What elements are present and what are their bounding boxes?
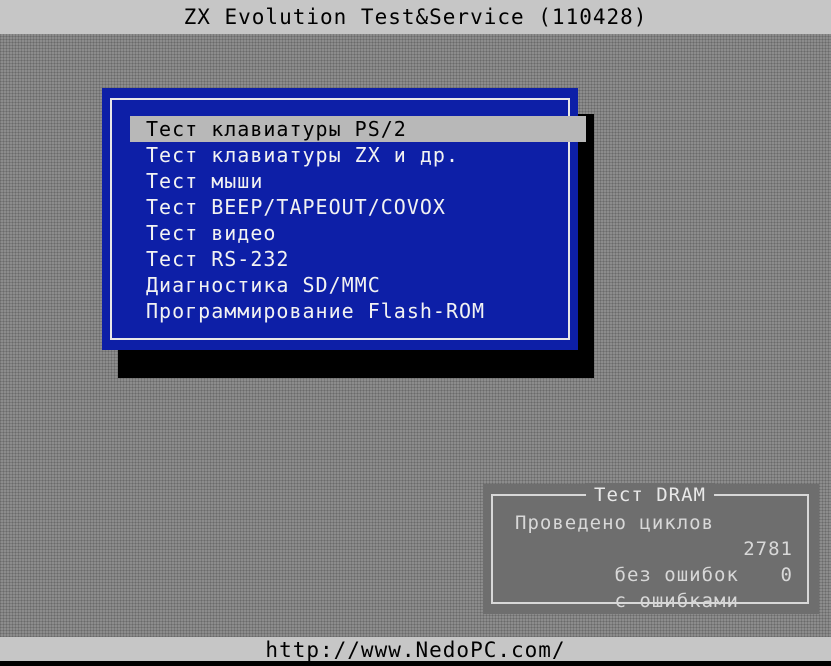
- dram-with-errors-value: 0: [780, 564, 793, 586]
- dram-cycles-label: Проведено циклов: [515, 512, 715, 534]
- menu-item-mouse-test[interactable]: Тест мыши: [130, 168, 586, 194]
- menu-list: Тест клавиатуры PS/2 Тест клавиатуры ZX …: [130, 116, 586, 324]
- dram-test-panel: Тест DRAM Проведено циклов без ошибок 27…: [483, 483, 819, 614]
- dram-with-errors-label: с ошибками: [614, 590, 739, 612]
- menu-frame: Тест клавиатуры PS/2 Тест клавиатуры ZX …: [110, 98, 586, 340]
- dram-test-frame: Тест DRAM Проведено циклов без ошибок 27…: [491, 483, 809, 612]
- footer-url[interactable]: http://www.NedoPC.com/: [265, 638, 565, 662]
- menu-item-rs232-test[interactable]: Тест RS-232: [130, 246, 586, 272]
- menu-item-flash-rom-programming[interactable]: Программирование Flash-ROM: [130, 298, 586, 324]
- title-bar: ZX Evolution Test&Service (110428): [0, 0, 831, 34]
- test-menu: Тест клавиатуры PS/2 Тест клавиатуры ZX …: [102, 88, 586, 350]
- menu-item-beep-tapeout-covox-test[interactable]: Тест BEEP/TAPEOUT/COVOX: [130, 194, 586, 220]
- screen: ZX Evolution Test&Service (110428) Тест …: [0, 0, 831, 662]
- menu-item-zx-keyboard-test[interactable]: Тест клавиатуры ZX и др.: [130, 142, 586, 168]
- menu-item-sd-mmc-diagnostics[interactable]: Диагностика SD/MMC: [130, 272, 586, 298]
- footer-bar: http://www.NedoPC.com/: [0, 637, 831, 662]
- menu-item-ps2-keyboard-test[interactable]: Тест клавиатуры PS/2: [130, 116, 586, 142]
- menu-item-video-test[interactable]: Тест видео: [130, 220, 586, 246]
- dram-test-title: Тест DRAM: [586, 483, 714, 507]
- dram-no-errors-value: 2781: [743, 538, 793, 560]
- app-title: ZX Evolution Test&Service (110428): [183, 5, 648, 29]
